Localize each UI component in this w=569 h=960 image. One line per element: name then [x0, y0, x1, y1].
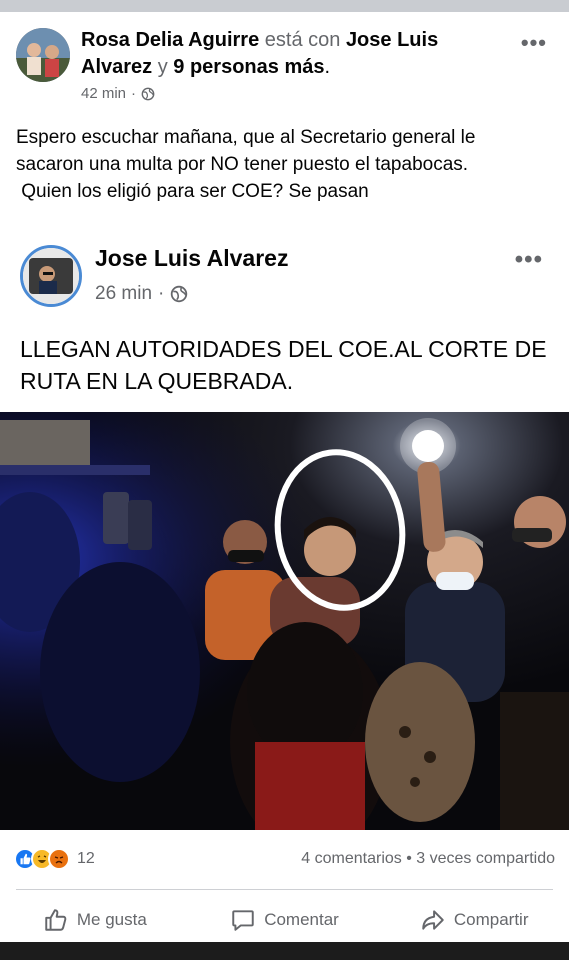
- and-text: y: [157, 56, 168, 78]
- more-options-icon[interactable]: •••: [521, 32, 547, 54]
- like-label: Me gusta: [76, 910, 147, 929]
- share-label: Compartir: [453, 910, 529, 929]
- reactions-summary[interactable]: 12: [14, 848, 95, 870]
- comment-label: Comentar: [264, 910, 339, 929]
- comment-button[interactable]: Comentar: [190, 900, 380, 940]
- action-bar: Me gusta Comentar Compartir: [0, 900, 569, 940]
- post-time[interactable]: 42 min: [81, 85, 126, 102]
- angry-reaction-icon: [48, 848, 70, 870]
- globe-icon: [141, 87, 155, 100]
- shared-text: LLEGAN AUTORIDADES DEL COE.AL CORTE DE R…: [20, 333, 560, 397]
- shared-meta: 26 min ·: [95, 283, 188, 305]
- globe-icon: [171, 285, 188, 303]
- comment-bubble-icon: [232, 910, 254, 931]
- post-line: sacaron una multa por NO tener puesto el…: [16, 154, 469, 175]
- shared-author-avatar[interactable]: [20, 245, 82, 307]
- shared-time[interactable]: 26 min: [95, 283, 152, 305]
- with-text: está con: [264, 29, 341, 51]
- top-band: [0, 0, 569, 12]
- post-meta: 42 min ·: [81, 85, 155, 102]
- author-name[interactable]: Rosa Delia Aguirre: [81, 29, 259, 51]
- author-avatar[interactable]: [16, 28, 70, 82]
- shared-author-name[interactable]: Jose Luis Alvarez: [95, 245, 288, 272]
- comments-shares-count[interactable]: 4 comentarios • 3 veces compartido: [301, 850, 555, 868]
- post-header: Rosa Delia Aguirre está con Jose Luis Al…: [81, 29, 439, 78]
- thumbs-up-icon: [45, 909, 67, 931]
- others-link[interactable]: 9 personas más: [173, 56, 324, 78]
- shared-line: RUTA EN LA QUEBRADA.: [20, 368, 294, 394]
- post-line: Quien los eligió para ser COE? Se pasan: [16, 181, 369, 202]
- shared-line: LLEGAN AUTORIDADES DEL COE.AL CORTE DE: [20, 336, 547, 362]
- post-card: Rosa Delia Aguirre está con Jose Luis Al…: [0, 12, 569, 942]
- meta-dot: ·: [131, 85, 137, 102]
- meta-dot: ·: [158, 283, 165, 304]
- divider: [16, 889, 553, 890]
- post-photo[interactable]: [0, 412, 569, 830]
- post-text: Espero escuchar mañana, que al Secretari…: [16, 124, 556, 205]
- post-stats: 12 4 comentarios • 3 veces compartido: [0, 842, 569, 878]
- bottom-band: [0, 942, 569, 960]
- reaction-count: 12: [77, 850, 95, 867]
- share-button[interactable]: Compartir: [379, 900, 569, 940]
- shared-more-options-icon[interactable]: •••: [515, 248, 543, 272]
- post-line: Espero escuchar mañana, que al Secretari…: [16, 127, 476, 148]
- share-arrow-icon: [422, 910, 444, 930]
- like-button[interactable]: Me gusta: [0, 900, 190, 940]
